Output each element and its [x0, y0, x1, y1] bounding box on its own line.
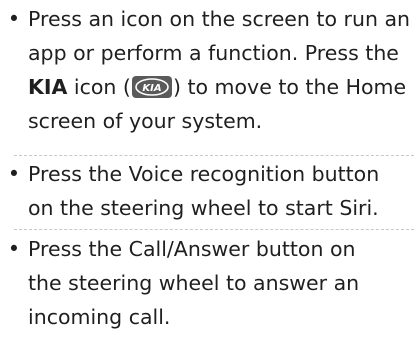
inline-text: icon (	[67, 75, 131, 99]
kia-logo-text: KIA	[142, 83, 161, 94]
text-line: incoming call.	[28, 305, 171, 329]
list-item-text: Press an icon on the screen to run an ap…	[28, 2, 414, 138]
kia-logo-icon: KIA	[131, 76, 172, 98]
inline-text: ) to move to the Home	[172, 75, 407, 99]
bullet-dot: •	[7, 237, 21, 261]
text-line: KIA icon ( KIA ) to move to the Home	[28, 70, 414, 104]
divider	[14, 229, 414, 230]
bullet-dot: •	[7, 162, 21, 186]
list-item: • Press the Voice recognition button on …	[0, 157, 415, 229]
text-line: Press the Call/Answer button on	[28, 237, 356, 261]
list-item: • Press the Call/Answer button on the st…	[0, 232, 415, 342]
list-item-text: Press the Voice recognition button on th…	[28, 157, 414, 225]
text-line: the steering wheel to answer an	[28, 271, 360, 295]
divider	[14, 155, 414, 156]
bullet-dot: •	[7, 7, 21, 31]
text-line: on the steering wheel to start Siri.	[28, 196, 379, 220]
list-item: • Press an icon on the screen to run an …	[0, 2, 415, 152]
brand-word: KIA	[28, 75, 68, 99]
text-line: screen of your system.	[28, 109, 263, 133]
list-item-text: Press the Call/Answer button on the stee…	[28, 232, 414, 334]
text-line: Press an icon on the screen to run an	[28, 7, 411, 31]
text-line: Press the Voice recognition button	[28, 162, 380, 186]
text-line: app or perform a function. Press the	[28, 41, 399, 65]
